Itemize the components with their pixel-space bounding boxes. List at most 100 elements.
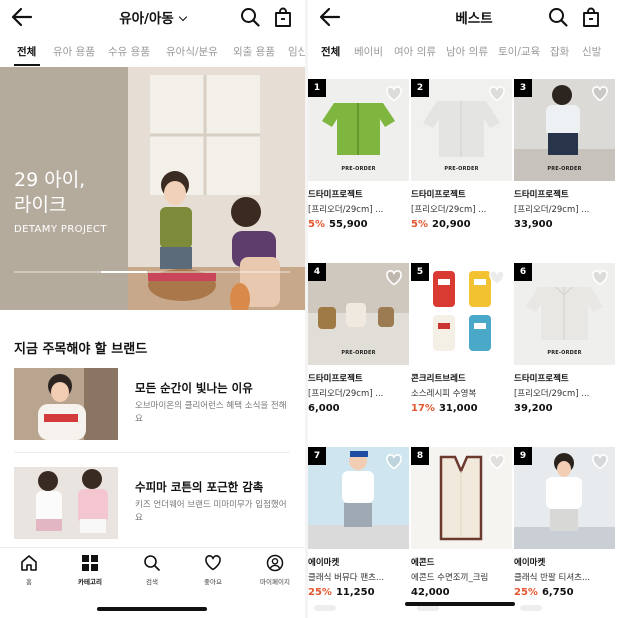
preorder-label: PRE-ORDER <box>308 166 409 172</box>
heart-icon[interactable] <box>488 269 506 287</box>
product-card[interactable]: PRE-ORDER 1 드타미프로젝트 [프리오더/29cm] ... 5% 55,900 <box>308 79 409 257</box>
product-card[interactable]: PRE-ORDER 6 드타미프로젝트 [프리오더/29cm] ... 39,200 <box>514 263 615 441</box>
heart-icon[interactable] <box>591 85 609 103</box>
tab-goods[interactable]: 잡화 <box>550 44 569 59</box>
product-image: 7 <box>308 447 409 549</box>
nav-likes[interactable]: 좋아요 <box>185 554 241 586</box>
preorder-text: PRE-ORDER <box>547 166 582 172</box>
shopping-bag-icon[interactable] <box>272 6 294 28</box>
tab-boys-clothing[interactable]: 남아 의류 <box>446 44 488 59</box>
tab-toy-education[interactable]: 토이/교육 <box>498 44 540 59</box>
active-tab-indicator <box>14 64 40 66</box>
preorder-text: PRE-ORDER <box>444 166 479 172</box>
product-brand: 드타미프로젝트 <box>411 190 466 200</box>
brand-thumbnail <box>14 467 118 539</box>
nav-category[interactable]: 카테고리 <box>62 554 118 586</box>
home-indicator <box>97 607 207 611</box>
brand-desc: 오브마이온의 클리어런스 혜택 소식을 전해요 <box>135 401 287 424</box>
tab-outing-goods[interactable]: 외출 용품 <box>233 44 275 59</box>
product-price: 33,900 <box>514 219 553 230</box>
preorder-text: PRE-ORDER <box>341 350 376 356</box>
product-name: 소스레시피 수영복 <box>411 389 477 399</box>
product-card[interactable]: 7 에이마켓 클래식 버뮤다 팬츠... 25% 11,250 <box>308 447 409 618</box>
product-price-row: 25% 6,750 <box>514 587 574 598</box>
product-card[interactable]: PRE-ORDER 3 드타미프로젝트 [프리오더/29cm] ... 33,900 <box>514 79 615 257</box>
shopping-bag-icon[interactable] <box>580 6 602 28</box>
nav-search[interactable]: 검색 <box>124 554 180 586</box>
tab-feeding-goods[interactable]: 수유 용품 <box>108 44 150 59</box>
heart-icon[interactable] <box>385 269 403 287</box>
product-discount: 25% <box>514 587 538 598</box>
product-name: 클래식 버뮤다 팬츠... <box>308 573 385 583</box>
product-price-row: 5% 55,900 <box>308 219 368 230</box>
category-screen: 유아/아동 전체 유아 용품 수유 용품 유아식/분유 외출 용품 임신 29 … <box>0 0 305 618</box>
product-price: 6,000 <box>308 403 340 414</box>
back-arrow-icon[interactable] <box>10 6 34 28</box>
product-discount: 17% <box>411 403 435 414</box>
tab-baby-goods[interactable]: 유아 용품 <box>53 44 95 59</box>
product-image: 9 <box>514 447 615 549</box>
product-brand: 에콘드 <box>411 558 435 568</box>
tab-shoes[interactable]: 신발 <box>582 44 601 59</box>
heart-icon[interactable] <box>385 453 403 471</box>
product-card[interactable]: 8 에콘드 에콘드 수면조끼_크림 42,000 <box>411 447 512 618</box>
product-price: 11,250 <box>335 587 375 598</box>
product-price: 31,000 <box>438 403 478 414</box>
product-discount: 5% <box>308 219 325 230</box>
hero-title-line2: 라이크 <box>14 194 67 216</box>
product-image: PRE-ORDER 2 <box>411 79 512 181</box>
brand-desc: 키즈 언더웨어 브랜드 미마미무가 입점했어요 <box>135 500 287 523</box>
preorder-text: PRE-ORDER <box>547 350 582 356</box>
brand-card[interactable]: 모든 순간이 빛나는 이유 오브마이온의 클리어런스 혜택 소식을 전해요 <box>14 368 294 440</box>
preorder-text: PRE-ORDER <box>341 166 376 172</box>
nav-search-label: 검색 <box>146 578 158 586</box>
product-card[interactable]: PRE-ORDER 4 드타미프로젝트 [프리오더/29cm] ... 6,000 <box>308 263 409 441</box>
product-card[interactable]: PRE-ORDER 2 드타미프로젝트 [프리오더/29cm] ... 5% 20,900 <box>411 79 512 257</box>
user-icon <box>266 554 284 572</box>
product-image: PRE-ORDER 4 <box>308 263 409 365</box>
product-price-row: 25% 11,250 <box>308 587 375 598</box>
heart-icon[interactable] <box>591 269 609 287</box>
home-icon <box>21 555 37 571</box>
product-discount: 25% <box>308 587 332 598</box>
rank-badge: 9 <box>514 447 532 465</box>
product-card[interactable]: 9 에이마켓 클래식 반팔 티셔츠... 25% 6,750 <box>514 447 615 618</box>
hero-title: 29 아이, 라이크 <box>14 168 85 218</box>
category-header: 유아/아동 <box>0 0 305 34</box>
nav-mypage[interactable]: 마이페이지 <box>247 554 303 586</box>
product-image: PRE-ORDER 3 <box>514 79 615 181</box>
tab-girls-clothing[interactable]: 여아 의류 <box>394 44 436 59</box>
brand-thumbnail <box>14 368 118 440</box>
hero-progress-fill <box>101 271 148 273</box>
heart-icon[interactable] <box>488 85 506 103</box>
preorder-label: PRE-ORDER <box>411 166 512 172</box>
tab-all[interactable]: 전체 <box>321 44 340 59</box>
tab-baby-food[interactable]: 유아식/분유 <box>166 44 218 59</box>
tab-baby[interactable]: 베이비 <box>354 44 383 59</box>
brand-card[interactable]: 수피마 코튼의 포근한 감촉 키즈 언더웨어 브랜드 미마미무가 입점했어요 <box>14 467 294 539</box>
product-price-row: 17% 31,000 <box>411 403 478 414</box>
product-brand: 에이마켓 <box>514 558 546 568</box>
search-icon[interactable] <box>547 6 569 28</box>
heart-icon[interactable] <box>385 85 403 103</box>
search-icon[interactable] <box>239 6 261 28</box>
tab-all[interactable]: 전체 <box>17 44 36 59</box>
rank-badge: 4 <box>308 263 326 281</box>
tab-pregnancy[interactable]: 임신 <box>288 44 305 59</box>
heart-icon[interactable] <box>591 453 609 471</box>
hero-banner[interactable]: 29 아이, 라이크 DETAMY PROJECT <box>0 67 305 310</box>
back-arrow-icon[interactable] <box>318 6 342 28</box>
section-title: 지금 주목해야 할 브랜드 <box>14 342 148 357</box>
rank-badge: 6 <box>514 263 532 281</box>
nav-home-label: 홈 <box>26 578 32 586</box>
product-brand: 드타미프로젝트 <box>514 374 569 384</box>
product-tag <box>520 605 542 611</box>
product-price: 42,000 <box>411 587 450 598</box>
product-price-row: 42,000 <box>411 587 450 598</box>
heart-icon[interactable] <box>488 453 506 471</box>
product-card[interactable]: 5 콘크리트브레드 소스레시피 수영복 17% 31,000 <box>411 263 512 441</box>
chevron-down-icon[interactable] <box>178 12 188 22</box>
product-image: 8 <box>411 447 512 549</box>
search-icon <box>144 555 160 571</box>
nav-home[interactable]: 홈 <box>1 554 57 586</box>
